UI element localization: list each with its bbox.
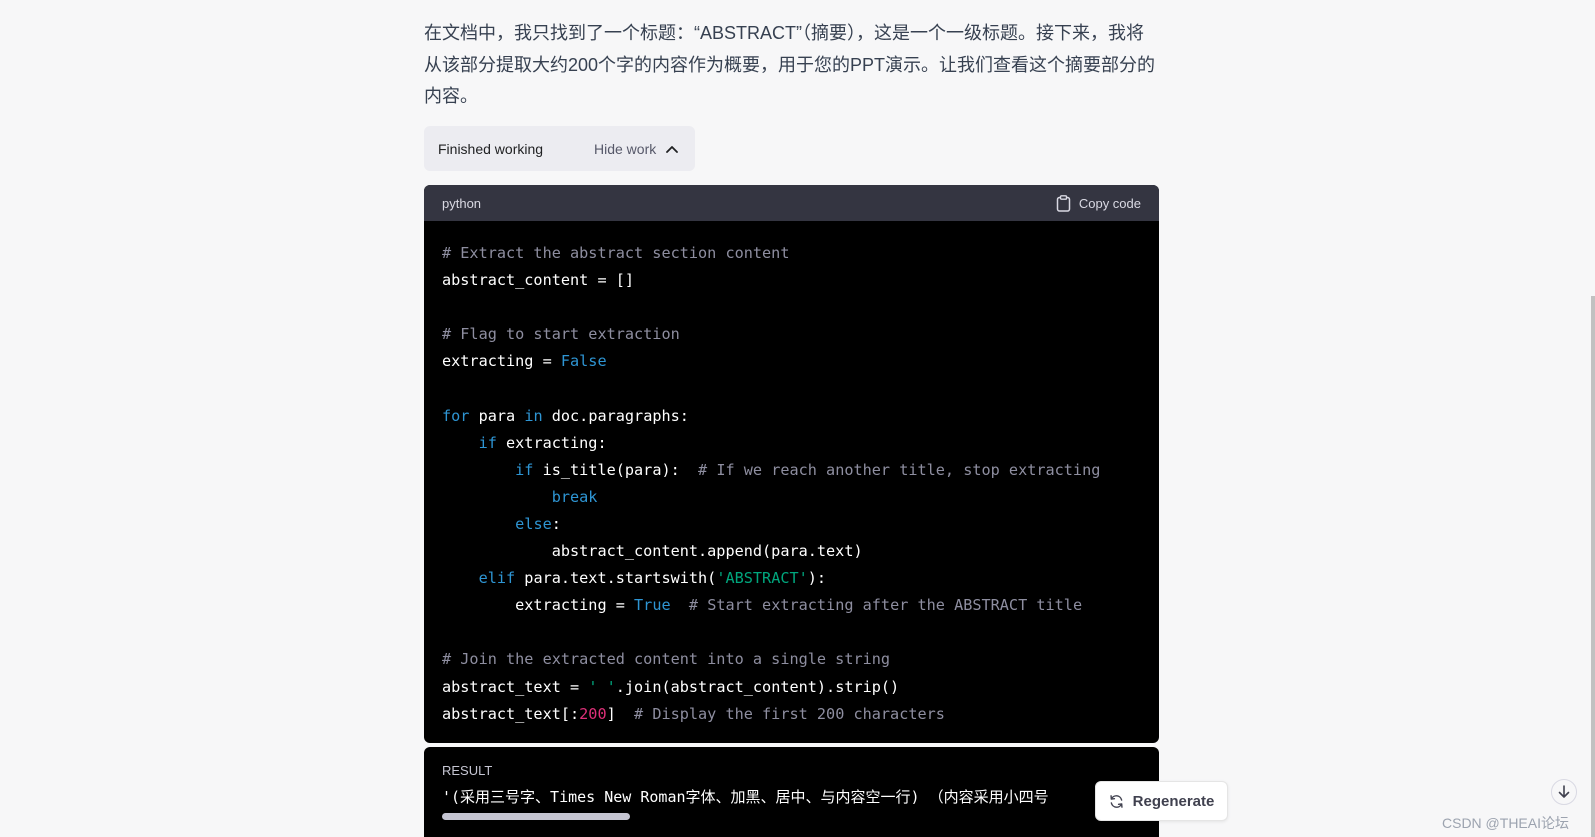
copy-code-label: Copy code [1078,195,1141,211]
code-line: if is_title(para): # If we reach another… [442,457,1141,484]
chat-page: 在文档中，我只找到了一个标题：“ABSTRACT”（摘要），这是一个一级标题。接… [0,0,1595,837]
code-line: extracting = True # Start extracting aft… [442,592,1141,619]
arrow-down-icon [1558,785,1570,798]
code-line: abstract_text = ' '.join(abstract_conten… [442,674,1141,701]
regenerate-label: Regenerate [1132,792,1215,810]
code-line: for para in doc.paragraphs: [442,403,1141,430]
code-token: extracting: [496,433,607,452]
code-token: para [469,406,525,425]
code-header: python Copy code [424,185,1159,221]
code-token: # Join the extracted content into a sing… [442,650,891,669]
code-token: ] [606,704,635,723]
hide-work-label: Hide work [594,140,657,157]
code-token: False [560,352,607,371]
copy-code-button[interactable]: Copy code [1056,194,1141,212]
result-scrollbar-thumb[interactable] [442,813,630,820]
code-line: # Join the extracted content into a sing… [442,646,1141,673]
code-token: 200 [579,704,607,723]
code-token: doc.paragraphs: [542,406,689,425]
code-token: in [524,406,543,425]
code-line: abstract_content = [] [442,267,1141,294]
code-token: for [442,406,470,425]
code-token: abstract_text[: [442,704,580,723]
code-line: break [442,484,1141,511]
clipboard-icon [1056,194,1071,212]
code-token: extracting = [442,596,635,615]
work-status-panel: Finished working Hide work [424,126,695,171]
code-token: ' ' [588,677,616,696]
code-token: break [551,487,598,506]
code-token: extracting = [442,352,561,371]
assistant-message: 在文档中，我只找到了一个标题：“ABSTRACT”（摘要），这是一个一级标题。接… [424,23,1156,106]
code-language: python [442,195,482,211]
code-line: if extracting: [442,430,1141,457]
refresh-icon [1110,794,1123,808]
code-token: # Start extracting after the ABSTRACT ti… [688,596,1083,615]
code-content: # Extract the abstract section content ab… [424,221,1159,728]
code-token: # Extract the abstract section content [442,244,790,262]
chevron-up-icon [666,145,679,153]
code-token: abstract_content.append(para.text) [442,542,863,561]
code-line: extracting = False [442,348,1141,375]
code-token: is_title(para): [533,460,699,479]
result-block: RESULT '(采用三号字、Times New Roman字体、加黑、居中、与… [424,747,1159,837]
code-token: ): [807,569,827,588]
code-line: abstract_text[:200] # Display the first … [442,701,1141,728]
code-token: # Flag to start extraction [442,325,680,344]
code-line: elif para.text.startswith('ABSTRACT'): [442,565,1141,592]
result-label: RESULT [442,763,493,778]
code-token: : [551,514,561,533]
code-token: para.text.startswith( [515,569,717,588]
code-block: python Copy code # Extract the abstract … [424,185,1159,743]
code-line: # Flag to start extraction [442,321,1141,348]
code-token: else [515,514,552,533]
page-scrollbar[interactable] [1591,296,1595,837]
code-token: elif [478,569,516,588]
work-status-label: Finished working [438,140,544,157]
code-token: 'ABSTRACT' [716,569,808,588]
result-scrollbar[interactable] [442,813,1142,820]
code-token: # If we reach another title, stop extrac… [698,460,1101,479]
hide-work-button[interactable]: Hide work [594,126,679,171]
code-line: # Extract the abstract section content [442,240,1141,267]
regenerate-button[interactable]: Regenerate [1095,781,1228,821]
code-token: True [634,596,671,615]
code-line: abstract_content.append(para.text) [442,538,1141,565]
scroll-to-bottom-button[interactable] [1551,779,1577,805]
code-token: abstract_content = [] [442,271,635,290]
code-token: .join(abstract_content).strip() [615,677,900,696]
watermark: CSDN @THEAI论坛 [1442,815,1569,831]
code-token: # Display the first 200 characters [634,704,945,723]
code-token: abstract_text = [442,677,589,696]
code-token: if [478,433,497,452]
code-line: else: [442,511,1141,538]
result-text: '(采用三号字、Times New Roman字体、加黑、居中、与内容空一行) … [442,788,1049,806]
code-token: if [515,460,534,479]
